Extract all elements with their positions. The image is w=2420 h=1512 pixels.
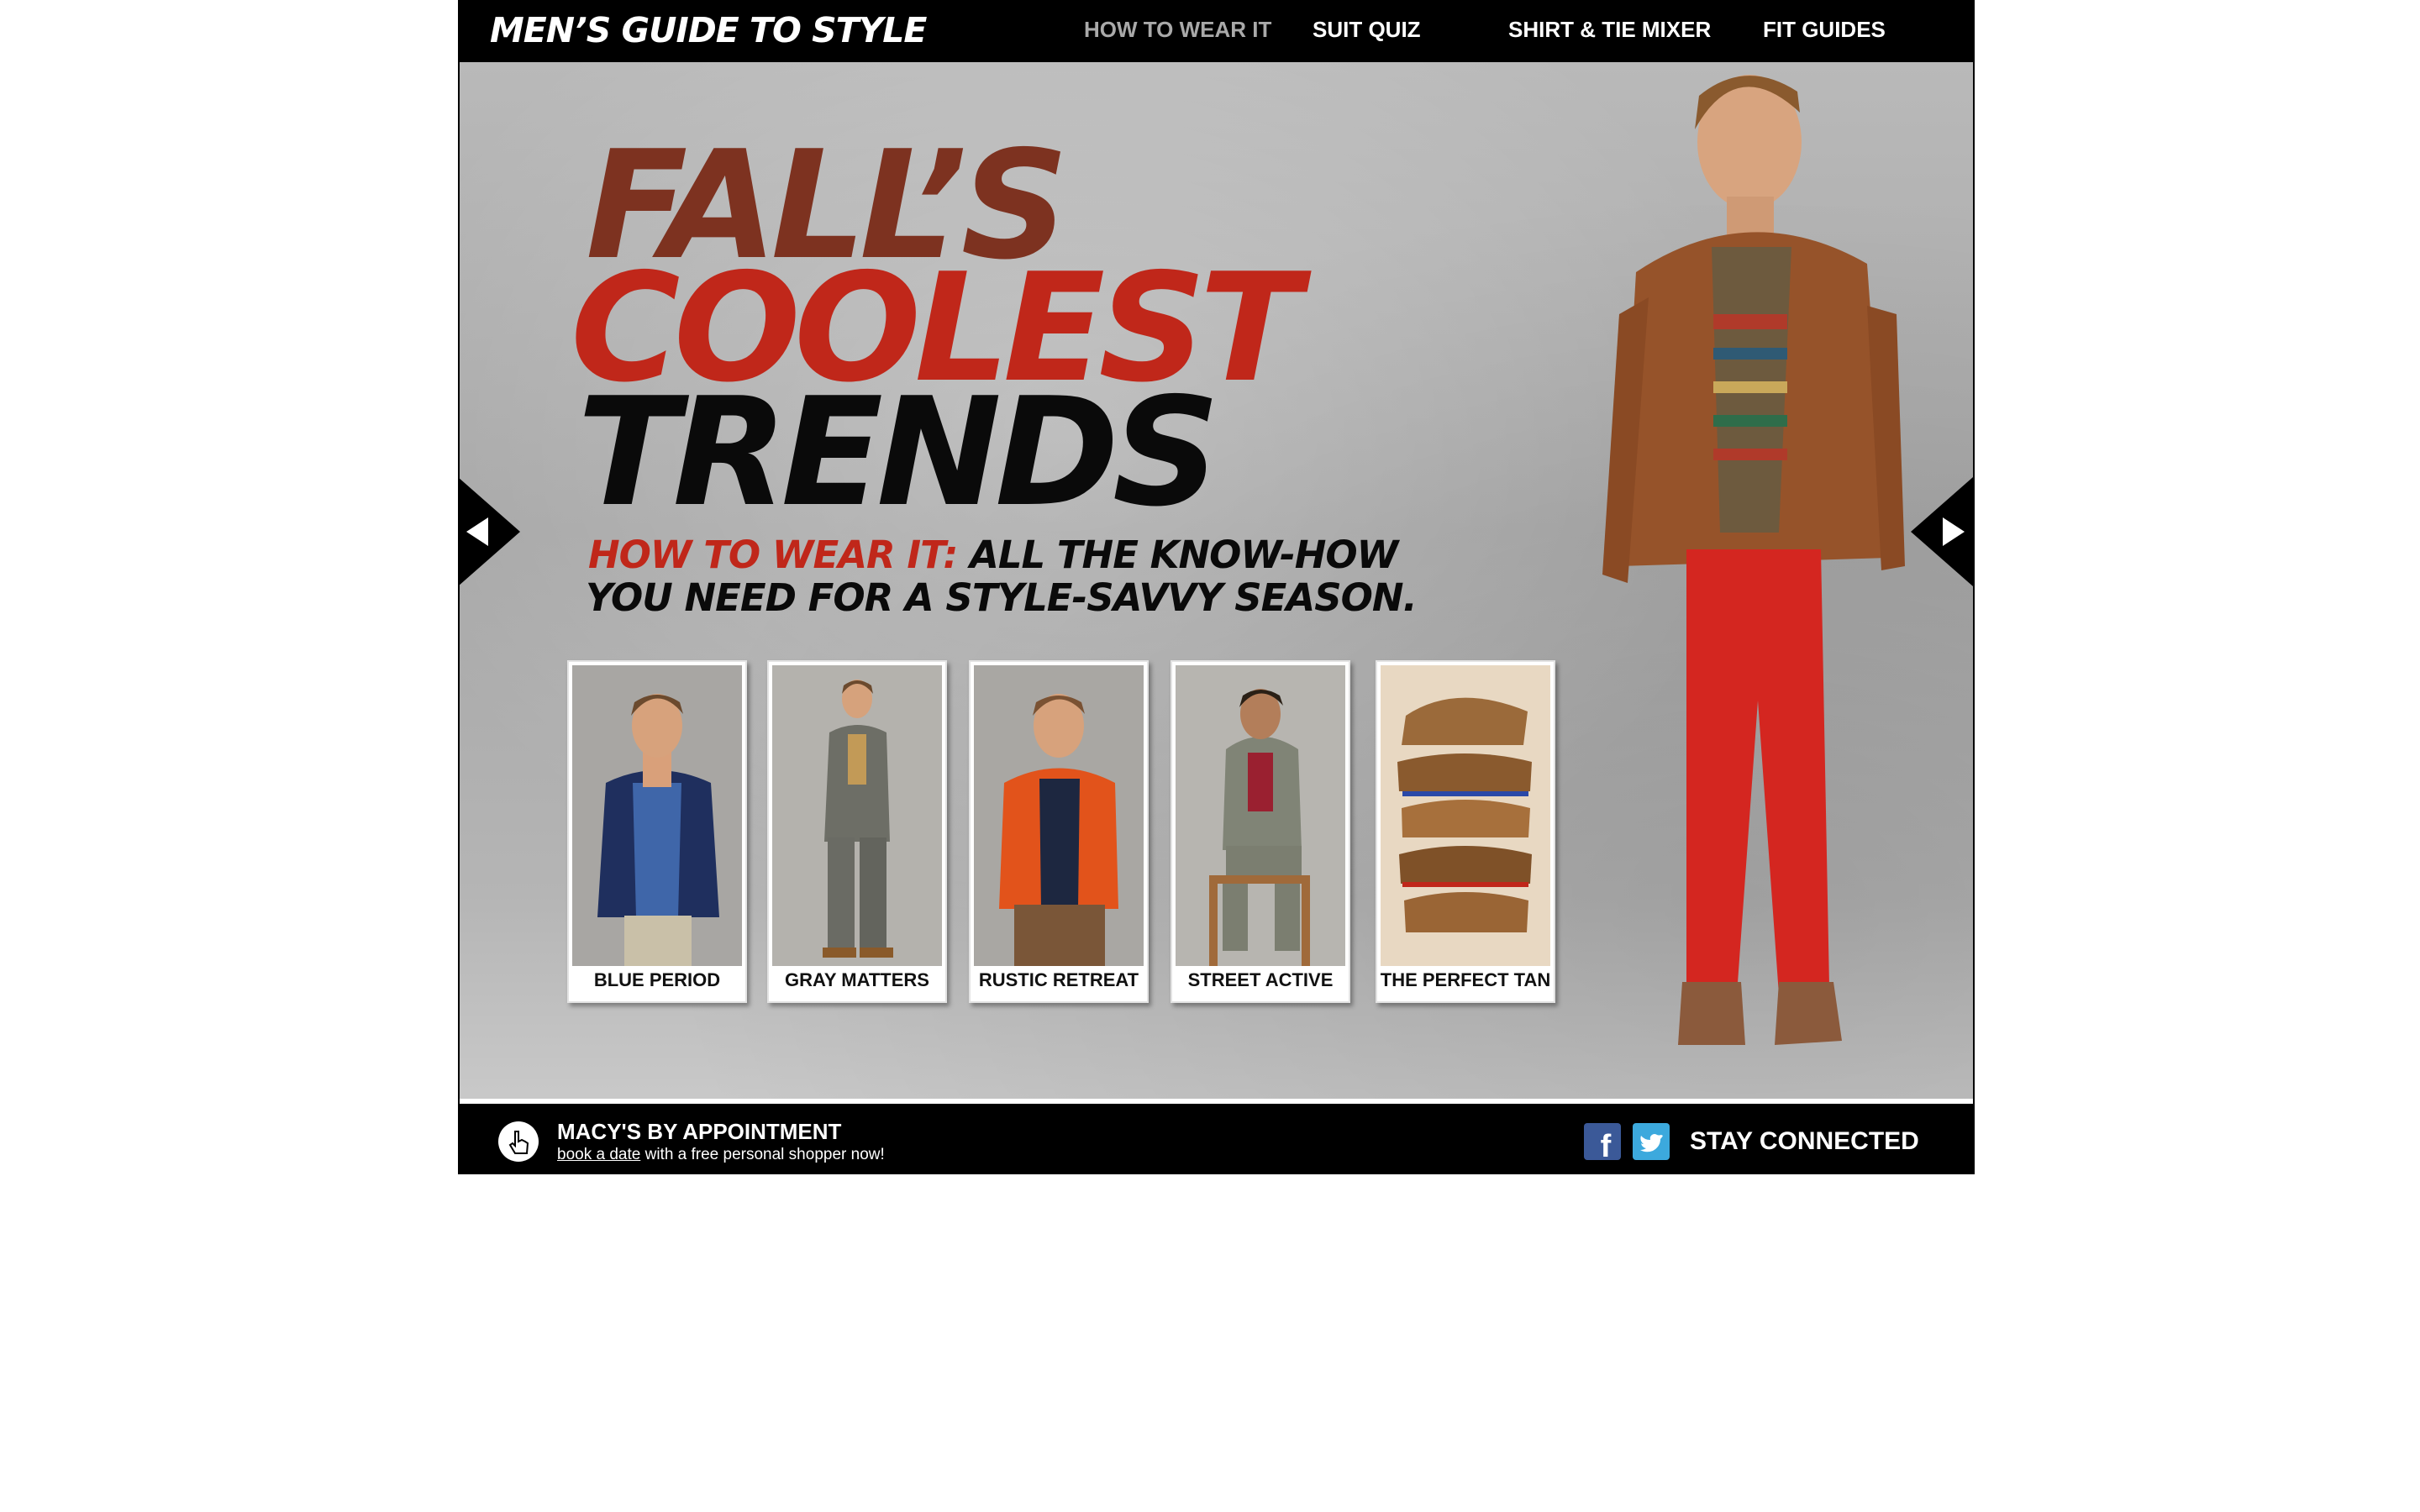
nav-how-to-wear-it[interactable]: HOW TO WEAR IT bbox=[1084, 17, 1271, 43]
trend-label: BLUE PERIOD bbox=[593, 969, 721, 990]
rustic-retreat-photo bbox=[974, 665, 1144, 966]
trend-label: RUSTIC RETREAT bbox=[978, 969, 1139, 990]
twitter-icon[interactable] bbox=[1633, 1123, 1670, 1160]
blue-period-photo bbox=[572, 665, 742, 966]
book-a-date-link[interactable]: book a date bbox=[557, 1146, 640, 1163]
previous-arrow-button[interactable] bbox=[460, 477, 520, 586]
subhead-line-2: YOU NEED FOR A STYLE-SAVVY SEASON. bbox=[586, 575, 1418, 620]
trend-label: THE PERFECT TAN bbox=[1380, 969, 1551, 990]
svg-text:f: f bbox=[1601, 1129, 1612, 1160]
subhead-how-to-wear-it: HOW TO WEAR IT: bbox=[588, 533, 958, 577]
trend-card-gray-matters[interactable]: GRAY MATTERS bbox=[767, 660, 947, 1003]
featured-model-photo bbox=[1569, 62, 1922, 1104]
trend-card-rustic-retreat[interactable]: RUSTIC RETREAT bbox=[969, 660, 1149, 1003]
headline-trends: TRENDS bbox=[577, 365, 1220, 539]
appointment-rest: with a free personal shopper now! bbox=[640, 1146, 885, 1163]
trend-label: STREET ACTIVE bbox=[1187, 969, 1334, 990]
pointing-hand-icon[interactable] bbox=[498, 1121, 539, 1162]
hero-banner: FALL’S COOLEST TRENDS HOW TO WEAR IT: AL… bbox=[460, 62, 1973, 1104]
facebook-icon[interactable]: f bbox=[1584, 1123, 1621, 1164]
trend-label: GRAY MATTERS bbox=[785, 969, 929, 990]
chevron-left-icon bbox=[460, 478, 520, 585]
trend-card-the-perfect-tan[interactable]: THE PERFECT TAN bbox=[1376, 660, 1555, 1003]
the-perfect-tan-photo bbox=[1381, 665, 1550, 966]
brand-title[interactable]: MEN’S GUIDE TO STYLE bbox=[490, 10, 927, 50]
subhead-line-1: HOW TO WEAR IT: ALL THE KNOW-HOW bbox=[588, 533, 1398, 577]
street-active-photo bbox=[1176, 665, 1345, 966]
style-guide-frame: MEN’S GUIDE TO STYLE HOW TO WEAR IT SUIT… bbox=[458, 0, 1975, 1174]
nav-shirt-tie-mixer[interactable]: SHIRT & TIE MIXER bbox=[1508, 17, 1711, 43]
appointment-title: MACY'S BY APPOINTMENT bbox=[557, 1119, 842, 1144]
subhead-know-how: ALL THE KNOW-HOW bbox=[957, 533, 1398, 577]
top-nav-bar: MEN’S GUIDE TO STYLE HOW TO WEAR IT SUIT… bbox=[458, 0, 1975, 62]
stay-connected-label[interactable]: STAY CONNECTED bbox=[1690, 1127, 1919, 1156]
appointment-line: book a date with a free personal shopper… bbox=[557, 1146, 885, 1164]
footer-bar: MACY'S BY APPOINTMENT book a date with a… bbox=[458, 1109, 1975, 1174]
nav-suit-quiz[interactable]: SUIT QUIZ bbox=[1313, 17, 1421, 43]
trend-card-blue-period[interactable]: BLUE PERIOD bbox=[567, 660, 747, 1003]
trend-card-street-active[interactable]: STREET ACTIVE bbox=[1171, 660, 1350, 1003]
nav-fit-guides[interactable]: FIT GUIDES bbox=[1763, 17, 1886, 43]
gray-matters-photo bbox=[772, 665, 942, 966]
